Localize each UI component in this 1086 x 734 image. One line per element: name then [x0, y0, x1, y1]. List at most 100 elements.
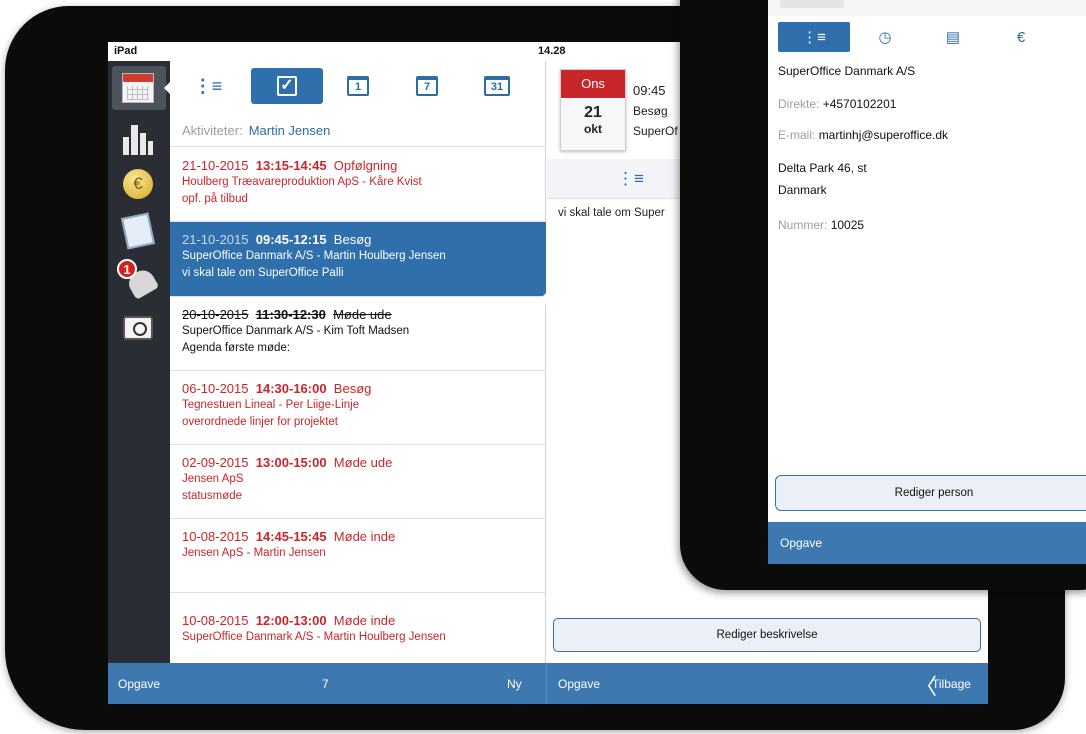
address-country: Danmark: [778, 183, 827, 197]
list-view-button[interactable]: ⋮≡: [186, 68, 230, 104]
activity-company: Houlberg Træavareproduktion ApS - Kåre K…: [182, 176, 422, 188]
tasks-view-button[interactable]: ✓: [251, 68, 323, 104]
contact-tab-bar: ⋮≡ ◷ ▤ €: [768, 22, 1086, 52]
activity-subject: Opfølgning: [333, 158, 398, 173]
activity-date: 21-10-2015: [182, 158, 249, 173]
activity-row[interactable]: 02-09-2015 13:00-15:00 Møde ude Jensen A…: [170, 445, 546, 519]
sidebar-item-companies[interactable]: [121, 123, 155, 157]
phone-value: +4570102201: [822, 97, 897, 111]
carrier-label: iPad: [114, 45, 138, 57]
activity-row[interactable]: 20-10-2015 11:30-12:30 Møde ude SuperOff…: [170, 297, 546, 371]
activity-company: Jensen ApS - Martin Jensen: [182, 547, 326, 559]
day-view-button[interactable]: 1: [336, 68, 380, 104]
tab-details[interactable]: ⋮≡: [778, 22, 850, 52]
sidebar-item-sales[interactable]: €: [121, 167, 155, 201]
bottom-bar-divider: [546, 663, 547, 704]
calendar-icon: [122, 73, 154, 103]
sidebar-item-documents[interactable]: [120, 212, 156, 250]
activity-date: 10-08-2015: [182, 613, 249, 628]
detail-task-button[interactable]: Opgave: [558, 677, 600, 691]
selection-pointer: [540, 293, 546, 305]
phone-label: Direkte:: [778, 97, 820, 111]
detail-time: 09:45: [633, 83, 666, 98]
iphone-screen: ⋮≡ ◷ ▤ € SuperOffice Danmark A/S Direkte…: [768, 0, 1086, 564]
activity-company: SuperOffice Danmark A/S - Kim Toft Madse…: [182, 325, 410, 337]
list-icon[interactable]: ⋮≡: [617, 169, 644, 189]
activity-time: 12:00-13:00: [255, 613, 327, 628]
iphone-bottom-bar: Opgave: [768, 522, 1086, 564]
task-button[interactable]: Opgave: [118, 677, 160, 691]
notepad-icon: [120, 212, 156, 250]
activity-row[interactable]: 10-08-2015 14:45-15:45 Møde inde Jensen …: [170, 519, 546, 593]
sidebar-item-camera[interactable]: [121, 311, 155, 345]
status-clock: 14.28: [538, 45, 566, 57]
view-toolbar: ⋮≡ ✓ 1 7 31: [170, 61, 546, 113]
address-line: Delta Park 46, st: [778, 161, 867, 175]
number-value: 10025: [830, 218, 865, 232]
activity-description: vi skal tale om SuperOffice Palli: [182, 267, 344, 279]
checkbox-icon: ✓: [277, 76, 297, 96]
sidebar-item-reminders[interactable]: 1: [117, 259, 160, 300]
activity-description: opf. på tilbud: [182, 193, 248, 205]
activity-subject: Besøg: [333, 232, 372, 247]
month-view-button[interactable]: 31: [475, 68, 519, 104]
tab-activities[interactable]: ◷: [864, 22, 906, 52]
activity-company: Jensen ApS: [182, 473, 244, 485]
activity-date: 06-10-2015: [182, 381, 249, 396]
camera-icon: [123, 316, 153, 340]
activity-company: SuperOffice Danmark A/S - Martin Houlber…: [182, 250, 446, 262]
activity-subject: Besøg: [333, 381, 372, 396]
detail-summary: 09:45 Besøg SuperOf: [633, 81, 678, 141]
activity-description: statusmøde: [182, 490, 243, 502]
document-icon: ▤: [945, 29, 961, 46]
activity-time: 09:45-12:15: [255, 232, 327, 247]
activity-subject: Møde inde: [333, 529, 396, 544]
activity-row[interactable]: 06-10-2015 14:30-16:00 Besøg Tegnestuen …: [170, 371, 546, 445]
tab-documents[interactable]: ▤: [932, 22, 974, 52]
contact-photo-strip: [768, 0, 1086, 16]
activity-row[interactable]: 10-08-2015 12:00-13:00 Møde inde SuperOf…: [170, 593, 546, 663]
activity-date: 10-08-2015: [182, 529, 249, 544]
number-label: Nummer:: [778, 218, 828, 232]
contact-photo: [780, 0, 844, 8]
week-view-button[interactable]: 7: [405, 68, 449, 104]
activity-company: Tegnestuen Lineal - Per Liige-Linje: [182, 399, 360, 411]
app-sidebar: € 1: [108, 61, 171, 663]
activity-subject: Møde inde: [333, 613, 396, 628]
list-header-person[interactable]: Martin Jensen: [249, 123, 331, 138]
back-button[interactable]: Tilbage: [932, 677, 971, 691]
activity-description: Agenda første møde:: [182, 342, 291, 354]
activity-list-pane: ⋮≡ ✓ 1 7 31 Aktiviteter: Martin Jensen 21…: [170, 61, 546, 663]
list-icon: ⋮≡: [193, 75, 223, 96]
iphone-task-button[interactable]: Opgave: [780, 536, 822, 550]
bottom-bar: Opgave 7 Ny Opgave 〈 Tilbage: [108, 663, 988, 704]
activity-date: 20-10-2015: [182, 307, 249, 322]
detail-description: vi skal tale om Super: [558, 207, 665, 219]
calendar-month-icon: 31: [484, 76, 510, 96]
euro-coin-icon: €: [123, 169, 153, 199]
date-card-month: okt: [584, 122, 602, 136]
activity-time: 13:15-14:45: [255, 158, 327, 173]
activity-row[interactable]: 21-10-2015 13:15-14:45 Opfølgning Houlbe…: [170, 148, 546, 222]
email-value: martinhj@superoffice.dk: [818, 128, 949, 142]
new-button[interactable]: Ny: [507, 677, 522, 691]
contact-company[interactable]: SuperOffice Danmark A/S: [778, 64, 915, 78]
activity-subject: Møde ude: [333, 307, 392, 322]
euro-icon: €: [1016, 28, 1026, 46]
date-card-weekday: Ons: [561, 70, 625, 98]
activity-time: 13:00-15:00: [255, 455, 327, 470]
contact-email-field[interactable]: E-mail: martinhj@superoffice.dk: [778, 128, 948, 142]
activity-count: 7: [322, 677, 329, 691]
calendar-week-icon: 7: [416, 76, 438, 96]
activity-date: 02-09-2015: [182, 455, 249, 470]
bell-icon: 1: [117, 259, 160, 300]
contact-phone-field[interactable]: Direkte: +4570102201: [778, 97, 896, 111]
date-card: Ons 21 okt: [560, 69, 626, 151]
activity-subject: Møde ude: [333, 455, 393, 470]
activity-row-selected[interactable]: 21-10-2015 09:45-12:15 Besøg SuperOffice…: [170, 222, 546, 297]
edit-person-button[interactable]: Rediger person: [775, 475, 1086, 511]
tab-sales[interactable]: €: [1000, 22, 1042, 52]
edit-description-button[interactable]: Rediger beskrivelse: [553, 618, 981, 652]
sidebar-item-calendar[interactable]: [121, 71, 155, 105]
detail-company: SuperOf: [633, 124, 678, 138]
